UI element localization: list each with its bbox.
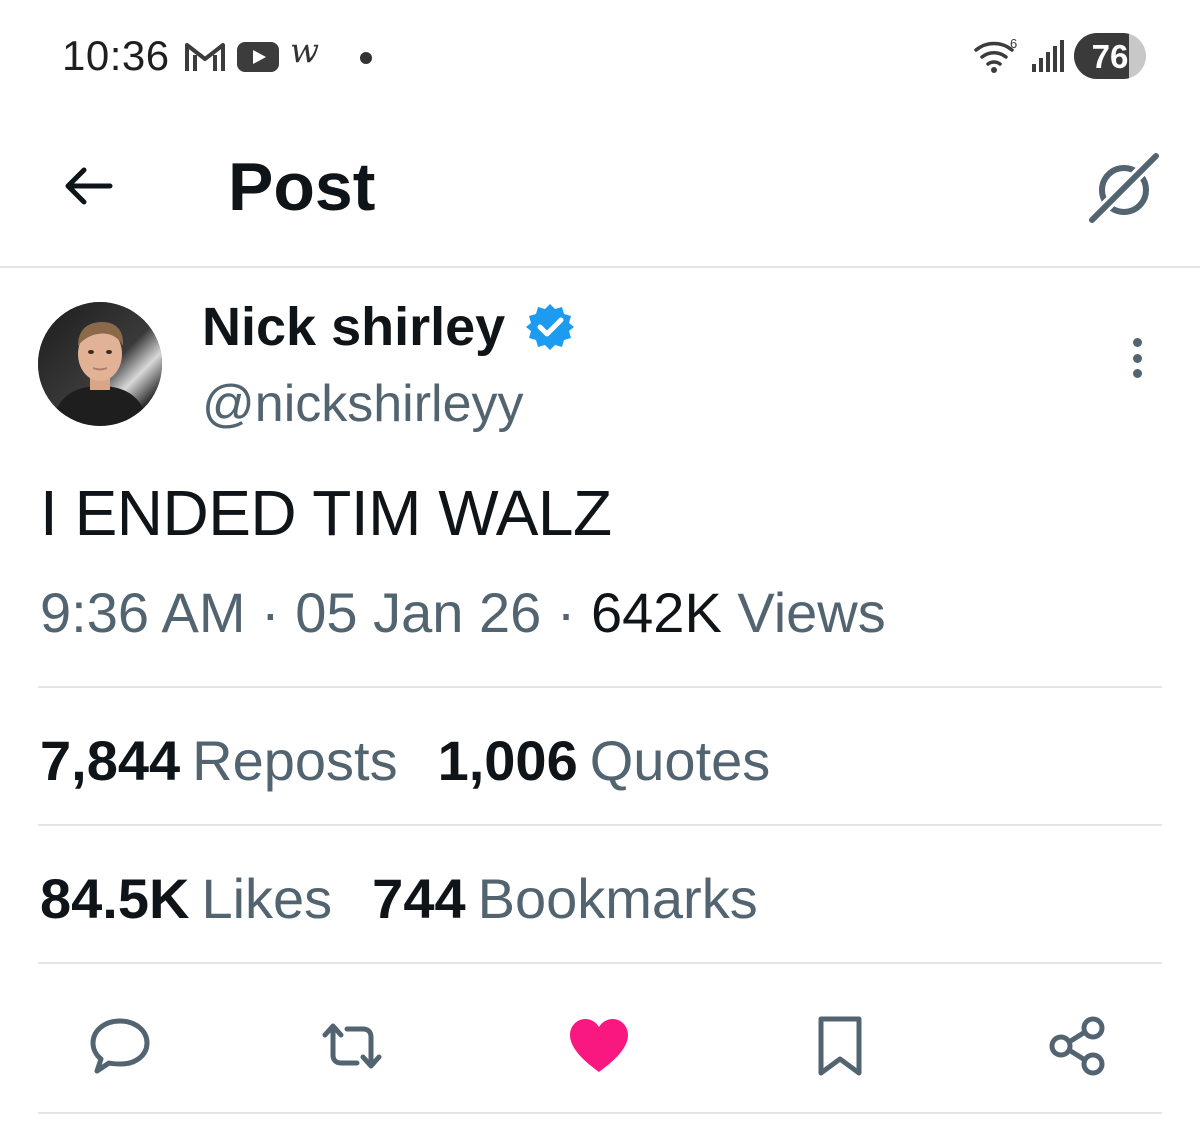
avatar-image: [38, 302, 162, 426]
wifi-icon: 6: [972, 36, 1020, 81]
grok-button[interactable]: [1082, 146, 1166, 230]
post-text: I ENDED TIM WALZ: [40, 477, 612, 549]
stats-row-reposts: 7,844 Reposts 1,006 Quotes: [40, 728, 810, 793]
reposts-count: 7,844: [40, 729, 181, 792]
reposts-stat[interactable]: 7,844 Reposts: [40, 728, 398, 793]
bookmark-button[interactable]: [802, 1008, 878, 1084]
divider: [38, 824, 1162, 826]
reposts-label: Reposts: [192, 729, 398, 792]
like-icon: [570, 1019, 628, 1072]
bookmarks-label: Bookmarks: [477, 867, 758, 930]
meta-separator: ·: [556, 581, 576, 644]
avatar[interactable]: [38, 302, 162, 426]
post-header: Post: [0, 110, 1200, 268]
more-options-button[interactable]: [1112, 330, 1162, 386]
quotes-label: Quotes: [589, 729, 771, 792]
author-name[interactable]: Nick shirley: [202, 296, 575, 358]
divider: [38, 686, 1162, 688]
likes-stat[interactable]: 84.5K Likes: [40, 866, 332, 931]
page-title: Post: [228, 149, 376, 225]
gmail-icon: [183, 40, 227, 74]
meta-separator: ·: [261, 581, 280, 644]
share-button[interactable]: [1040, 1008, 1116, 1084]
views-count: 642K: [591, 581, 722, 644]
bookmarks-stat[interactable]: 744 Bookmarks: [372, 866, 758, 931]
more-dot-icon: [1132, 338, 1142, 347]
more-dot-icon: [1132, 369, 1142, 378]
more-dot-icon: [1132, 353, 1142, 363]
likes-count: 84.5K: [40, 867, 190, 930]
dot-icon: [360, 52, 372, 64]
divider: [38, 1112, 1162, 1114]
status-bar: 10:36 w 6 76: [0, 0, 1200, 110]
battery-level: 76: [1091, 38, 1129, 75]
author-name-text: Nick shirley: [202, 297, 506, 357]
verified-badge-icon: [526, 304, 575, 350]
post-meta: 9:36 AM · 05 Jan 26 · 642K Views: [40, 580, 886, 645]
reply-icon: [90, 1018, 150, 1074]
battery-indicator: 76: [1074, 33, 1146, 79]
post-time: 9:36 AM: [40, 581, 246, 644]
bookmark-icon: [818, 1016, 862, 1076]
views-label: Views: [737, 581, 886, 644]
like-button[interactable]: [561, 1008, 637, 1084]
repost-icon: [322, 1023, 382, 1069]
grok-icon: [1086, 150, 1162, 226]
wifi-6-label: 6: [1010, 36, 1017, 51]
stats-row-likes: 84.5K Likes 744 Bookmarks: [40, 866, 798, 931]
reply-button[interactable]: [82, 1008, 158, 1084]
post-date: 05 Jan 26: [295, 581, 542, 644]
screen: 10:36 w 6 76 Post Nick shirley @nickshir…: [0, 0, 1200, 1142]
back-button[interactable]: [52, 156, 124, 216]
arrow-left-icon: [65, 167, 113, 205]
share-icon: [1049, 1016, 1105, 1076]
likes-label: Likes: [201, 867, 333, 930]
bookmarks-count: 744: [372, 867, 466, 930]
divider: [38, 962, 1162, 964]
status-time: 10:36: [62, 32, 170, 79]
youtube-icon: [236, 40, 280, 74]
quotes-count: 1,006: [437, 729, 578, 792]
quotes-stat[interactable]: 1,006 Quotes: [438, 728, 771, 793]
author-handle[interactable]: @nickshirleyy: [202, 374, 524, 434]
signal-icon: [1030, 38, 1066, 79]
walgreens-icon: w: [290, 31, 320, 71]
repost-button[interactable]: [314, 1008, 390, 1084]
